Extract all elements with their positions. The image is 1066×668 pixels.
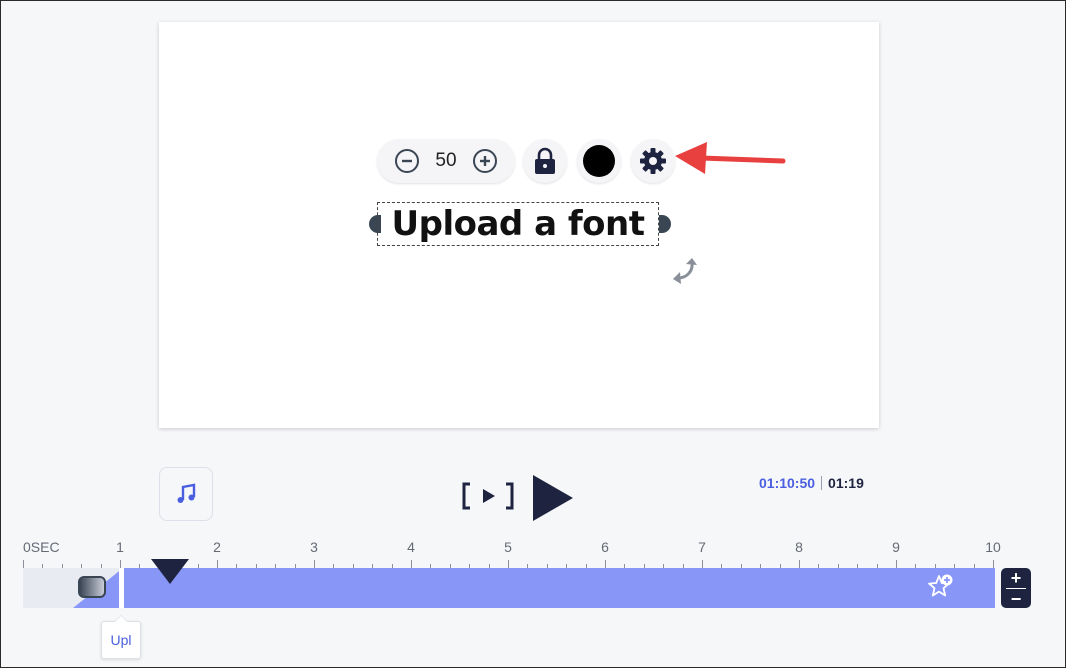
plus-circle-icon[interactable] xyxy=(472,148,498,174)
current-time: 01:10:50 xyxy=(759,475,816,491)
lock-button[interactable] xyxy=(523,139,567,183)
play-icon[interactable] xyxy=(531,473,575,523)
preview-bracket-play-icon[interactable] xyxy=(461,481,515,511)
ruler-label: 7 xyxy=(698,539,706,555)
rotate-icon[interactable] xyxy=(671,258,699,286)
video-canvas[interactable]: 50 Upload a font xyxy=(159,22,879,428)
gear-icon xyxy=(640,148,666,174)
star-plus-icon[interactable] xyxy=(927,573,955,601)
time-readout: 01:10:50 01:19 xyxy=(759,475,864,491)
ruler-label: 1 xyxy=(116,539,124,555)
font-size-value[interactable]: 50 xyxy=(432,150,460,172)
music-note-icon xyxy=(177,483,196,503)
timeline-zoom-control: + − xyxy=(1001,568,1031,608)
playhead-icon[interactable] xyxy=(151,559,189,585)
color-swatch xyxy=(583,145,615,177)
ruler-label: 4 xyxy=(407,539,415,555)
font-size-control: 50 xyxy=(377,139,515,183)
zoom-out-button[interactable]: − xyxy=(1011,590,1022,608)
text-element[interactable]: Upload a font xyxy=(377,202,659,246)
clip-trim-handle[interactable] xyxy=(119,568,124,608)
text-element-content[interactable]: Upload a font xyxy=(392,204,645,244)
time-separator xyxy=(821,476,823,490)
text-resize-handle-right[interactable] xyxy=(659,215,671,233)
clip-label-tooltip: Upl xyxy=(101,615,141,659)
clip-thumbnail[interactable] xyxy=(78,576,106,598)
ruler-label: 9 xyxy=(892,539,900,555)
text-color-button[interactable] xyxy=(577,139,621,183)
zoom-in-button[interactable]: + xyxy=(1011,569,1022,587)
ruler-label: 5 xyxy=(504,539,512,555)
transition-indicator xyxy=(73,568,123,608)
annotation-arrow-icon xyxy=(675,142,786,174)
ruler-label: 2 xyxy=(213,539,221,555)
add-music-button[interactable] xyxy=(159,467,213,521)
text-settings-button[interactable] xyxy=(631,139,675,183)
total-time: 01:19 xyxy=(828,475,864,491)
ruler-label: 3 xyxy=(310,539,318,555)
ruler-label: 6 xyxy=(601,539,609,555)
text-clip[interactable] xyxy=(123,568,995,608)
ruler-label: 10 xyxy=(985,539,1001,555)
ruler-label: 8 xyxy=(795,539,803,555)
minus-circle-icon[interactable] xyxy=(394,148,420,174)
ruler-label: 0SEC xyxy=(23,539,60,555)
lock-icon xyxy=(535,147,555,174)
